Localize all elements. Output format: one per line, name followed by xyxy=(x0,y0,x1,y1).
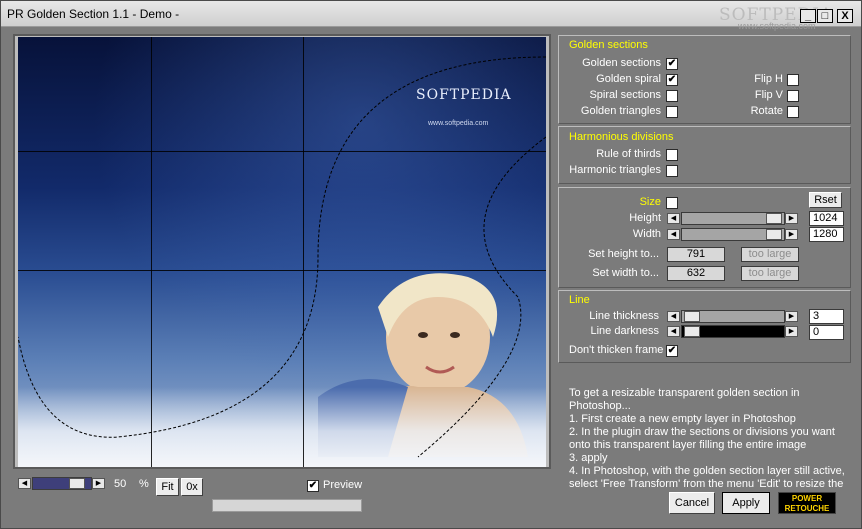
width-label: Width xyxy=(632,228,661,240)
zoom-left-arrow[interactable]: ◀ xyxy=(18,478,31,489)
darkness-right-arrow[interactable]: ▶ xyxy=(785,326,798,337)
instruction-line: 3. apply xyxy=(569,452,608,464)
line-thickness-thumb[interactable] xyxy=(684,311,700,322)
set-height-field[interactable]: 791 xyxy=(667,247,725,262)
cancel-button[interactable]: Cancel xyxy=(669,492,715,514)
flip-v-label: Flip V xyxy=(754,89,783,101)
progress-bar xyxy=(212,499,362,512)
width-slider-thumb[interactable] xyxy=(766,229,782,240)
width-value-field[interactable]: 1280 xyxy=(809,227,844,242)
set-width-label: Set width to... xyxy=(592,267,659,279)
preview-checkbox[interactable]: ✔ xyxy=(307,480,319,492)
title-bar: PR Golden Section 1.1 - Demo - SOFTPEDIA… xyxy=(1,1,861,31)
width-right-arrow[interactable]: ▶ xyxy=(785,229,798,240)
maximize-button[interactable]: □ xyxy=(817,9,833,23)
zoom-value: 50 xyxy=(114,478,127,490)
height-left-arrow[interactable]: ◀ xyxy=(667,213,680,224)
line-thickness-label: Line thickness xyxy=(589,310,659,322)
golden-sections-heading: Golden sections xyxy=(569,39,648,51)
set-height-label: Set height to... xyxy=(588,248,659,260)
instruction-line: To get a resizable transparent golden se… xyxy=(569,387,800,412)
flip-h-label: Flip H xyxy=(754,73,783,85)
thickness-right-arrow[interactable]: ▶ xyxy=(785,311,798,322)
plugin-window: PR Golden Section 1.1 - Demo - SOFTPEDIA… xyxy=(0,0,862,529)
flip-h-checkbox[interactable] xyxy=(787,74,799,86)
instruction-line: 4. In Photoshop, with the golden section… xyxy=(569,465,845,492)
reset-button[interactable]: Rset xyxy=(809,192,842,208)
size-checkbox[interactable] xyxy=(666,197,678,209)
line-thickness-slider[interactable] xyxy=(681,310,785,323)
too-large-button-2[interactable]: too large xyxy=(741,266,799,281)
preview-canvas: SOFTPEDIA www.softpedia.com xyxy=(18,37,546,467)
line-thickness-field[interactable]: 3 xyxy=(809,309,844,324)
preview-label: Preview xyxy=(323,479,363,491)
flip-v-checkbox[interactable] xyxy=(787,90,799,102)
set-width-field[interactable]: 632 xyxy=(667,266,725,281)
zoom-right-arrow[interactable]: ▶ xyxy=(92,478,105,489)
gridline-horizontal xyxy=(18,151,546,152)
logo-line-1: POWER xyxy=(791,494,823,503)
rule-of-thirds-label: Rule of thirds xyxy=(596,148,661,160)
minimize-button[interactable]: _ xyxy=(800,9,816,23)
line-darkness-slider[interactable] xyxy=(681,325,785,338)
logo-line-2: RETOUCHE xyxy=(784,504,830,513)
too-large-button-1[interactable]: too large xyxy=(741,247,799,262)
golden-spiral-checkbox[interactable]: ✔ xyxy=(666,74,678,86)
golden-sections-checkbox[interactable]: ✔ xyxy=(666,58,678,70)
harmonic-triangles-label: Harmonic triangles xyxy=(569,164,661,176)
golden-spiral-label: Golden spiral xyxy=(596,73,661,85)
golden-sections-label: Golden sections xyxy=(582,57,661,69)
golden-triangles-checkbox[interactable] xyxy=(666,106,678,118)
dont-thicken-checkbox[interactable]: ✔ xyxy=(666,345,678,357)
golden-spiral-overlay xyxy=(18,56,546,458)
instructions-text: To get a resizable transparent golden se… xyxy=(569,387,854,492)
fit-button[interactable]: Fit xyxy=(156,478,179,496)
zoom-slider[interactable] xyxy=(32,477,92,490)
width-slider[interactable] xyxy=(681,228,785,241)
gridline-vertical xyxy=(151,37,152,467)
darkness-left-arrow[interactable]: ◀ xyxy=(667,326,680,337)
close-button[interactable]: X xyxy=(837,9,853,23)
power-retouche-logo: POWER RETOUCHE xyxy=(778,492,836,514)
zoom-slider-thumb[interactable] xyxy=(69,478,85,489)
size-label: Size xyxy=(639,196,661,208)
gridline-vertical xyxy=(303,37,304,467)
height-value-field[interactable]: 1024 xyxy=(809,211,844,226)
golden-triangles-label: Golden triangles xyxy=(580,105,661,117)
zoom-unit: % xyxy=(139,478,149,490)
width-left-arrow[interactable]: ◀ xyxy=(667,229,680,240)
spiral-sections-label: Spiral sections xyxy=(589,89,661,101)
dont-thicken-label: Don't thicken frame xyxy=(569,344,664,356)
height-label: Height xyxy=(629,212,661,224)
instruction-line: 2. In the plugin draw the sections or di… xyxy=(569,426,835,451)
rule-of-thirds-checkbox[interactable] xyxy=(666,149,678,161)
rotate-label: Rotate xyxy=(750,105,783,117)
height-slider[interactable] xyxy=(681,212,785,225)
window-title: PR Golden Section 1.1 - Demo - xyxy=(7,7,180,21)
apply-button[interactable]: Apply xyxy=(722,492,770,514)
gridline-horizontal xyxy=(18,270,546,271)
thickness-left-arrow[interactable]: ◀ xyxy=(667,311,680,322)
rotate-checkbox[interactable] xyxy=(787,106,799,118)
zero-x-button[interactable]: 0x xyxy=(181,478,203,496)
instruction-line: 1. First create a new empty layer in Pho… xyxy=(569,413,796,425)
spiral-sections-checkbox[interactable] xyxy=(666,90,678,102)
line-heading: Line xyxy=(569,294,590,306)
line-darkness-field[interactable]: 0 xyxy=(809,325,844,340)
harmonic-triangles-checkbox[interactable] xyxy=(666,165,678,177)
height-right-arrow[interactable]: ▶ xyxy=(785,213,798,224)
line-darkness-thumb[interactable] xyxy=(684,326,700,337)
height-slider-thumb[interactable] xyxy=(766,213,782,224)
harmonious-divisions-heading: Harmonious divisions xyxy=(569,131,674,143)
line-darkness-label: Line darkness xyxy=(590,325,660,337)
